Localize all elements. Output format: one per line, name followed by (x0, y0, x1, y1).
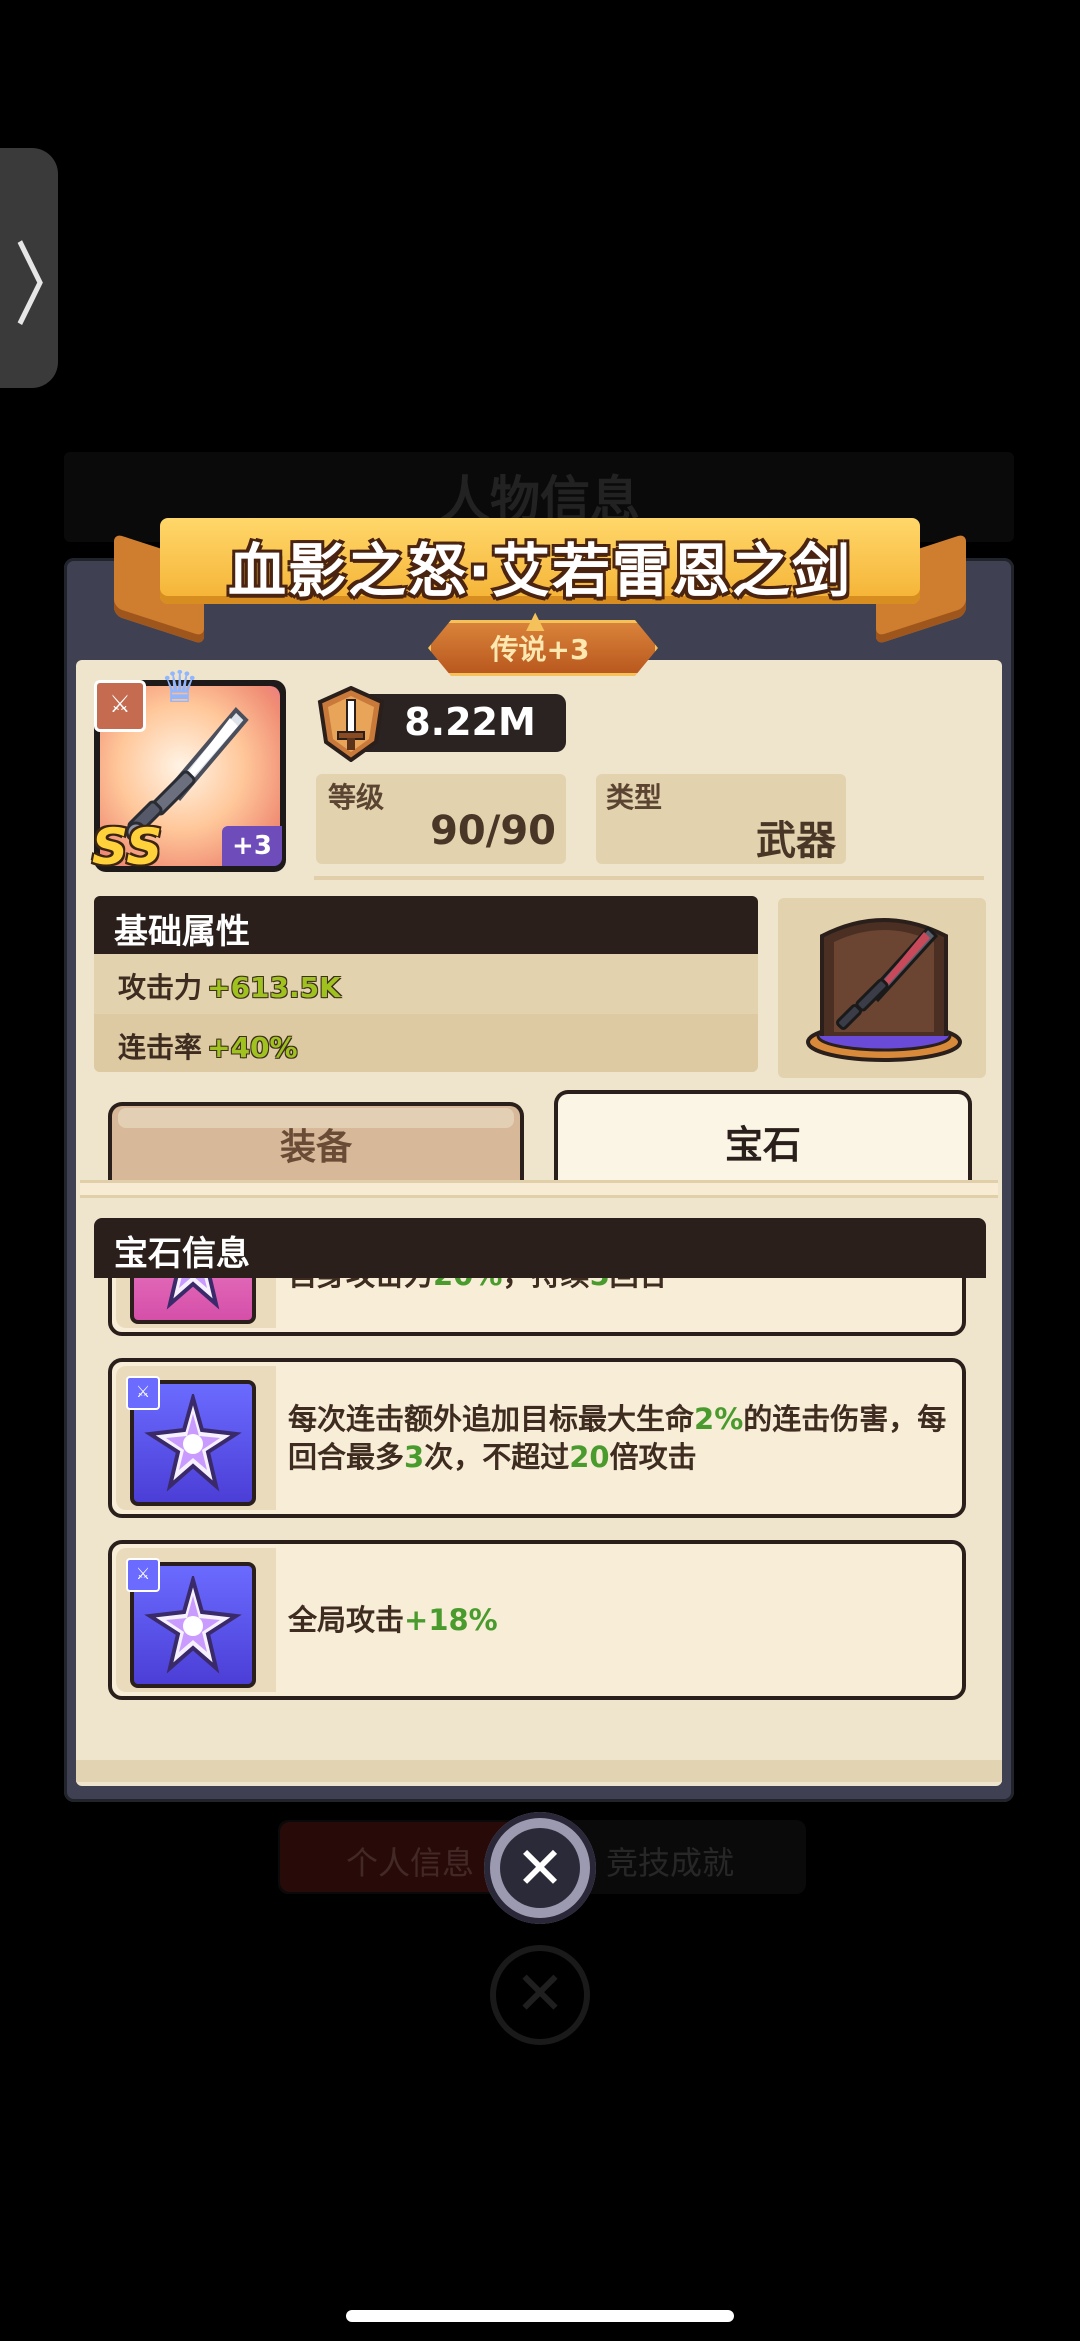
item-crown-icon: ♛ (160, 662, 200, 713)
power-value: 8.22M (404, 700, 536, 744)
chevron-right-icon: 〉 (14, 232, 84, 339)
gem-highlight-value: 2% (694, 1402, 744, 1436)
weapon-display-case-icon (806, 918, 962, 1062)
panel-footer-strip (76, 1760, 1002, 1782)
side-drawer-handle[interactable]: 〉 (0, 148, 84, 388)
attribute-label: 连击率 (118, 1031, 203, 1064)
tab-equipment-label: 装备 (279, 1127, 352, 1168)
gem-text: 次，不超过 (424, 1440, 570, 1474)
attribute-label: 攻击力 (118, 971, 203, 1004)
base-attributes-title: 基础属性 (114, 912, 250, 952)
gem-info-title: 宝石信息 (114, 1234, 250, 1274)
rarity-label: 传说+3 (490, 633, 590, 666)
enhance-badge: +3 (222, 826, 282, 866)
gem-text: 每次连击额外追加目标最大生命 (288, 1402, 695, 1436)
item-grade: SS (92, 818, 163, 876)
gem-list[interactable]: 战斗开始时，偷取敌人10%的攻击力，不超过主角自身攻击力20%，持续5回合⚔每次… (94, 1218, 986, 1746)
type-value: 武器 (756, 818, 836, 864)
gem-description: 全局攻击+18% (288, 1544, 948, 1696)
weapon-type-icon: ⚔ (94, 680, 146, 732)
sword-badge-icon: ⚔ (126, 1376, 160, 1410)
gem-card[interactable]: ⚔ 全局攻击+18% (108, 1540, 966, 1700)
attribute-value: +613.5K (207, 971, 341, 1004)
tab-gem-label: 宝石 (724, 1123, 801, 1167)
gem-description: 每次连击额外追加目标最大生命2%的连击伤害，每回合最多3次，不超过20倍攻击 (288, 1362, 948, 1514)
gem-highlight-value: 20 (569, 1440, 610, 1474)
attribute-row: 攻击力 +613.5K (118, 966, 341, 1006)
gem-highlight-value: +18% (404, 1603, 498, 1637)
attribute-value: +40% (207, 1031, 298, 1064)
gem-text: 全局攻击 (288, 1603, 405, 1637)
attribute-row: 连击率 +40% (118, 1026, 298, 1066)
item-name: 血影之怒·艾若雷恩之剑 (227, 537, 853, 605)
sword-badge-icon: ⚔ (126, 1558, 160, 1592)
gem-highlight-value: 3 (404, 1440, 425, 1474)
gem-text: 倍攻击 (609, 1440, 697, 1474)
close-icon: ✕ (515, 1834, 565, 1902)
divider (314, 876, 984, 880)
gem-icon-frame: ⚔ (116, 1366, 276, 1510)
level-value: 90/90 (430, 808, 556, 854)
gem-icon-frame: ⚔ (116, 1548, 276, 1692)
gem-card[interactable]: ⚔ 每次连击额外追加目标最大生命2%的连击伤害，每回合最多3次，不超过20倍攻击 (108, 1358, 966, 1518)
background-close-icon: ✕ (490, 1945, 590, 2045)
home-indicator[interactable] (346, 2310, 734, 2322)
tab-underline (80, 1180, 998, 1198)
